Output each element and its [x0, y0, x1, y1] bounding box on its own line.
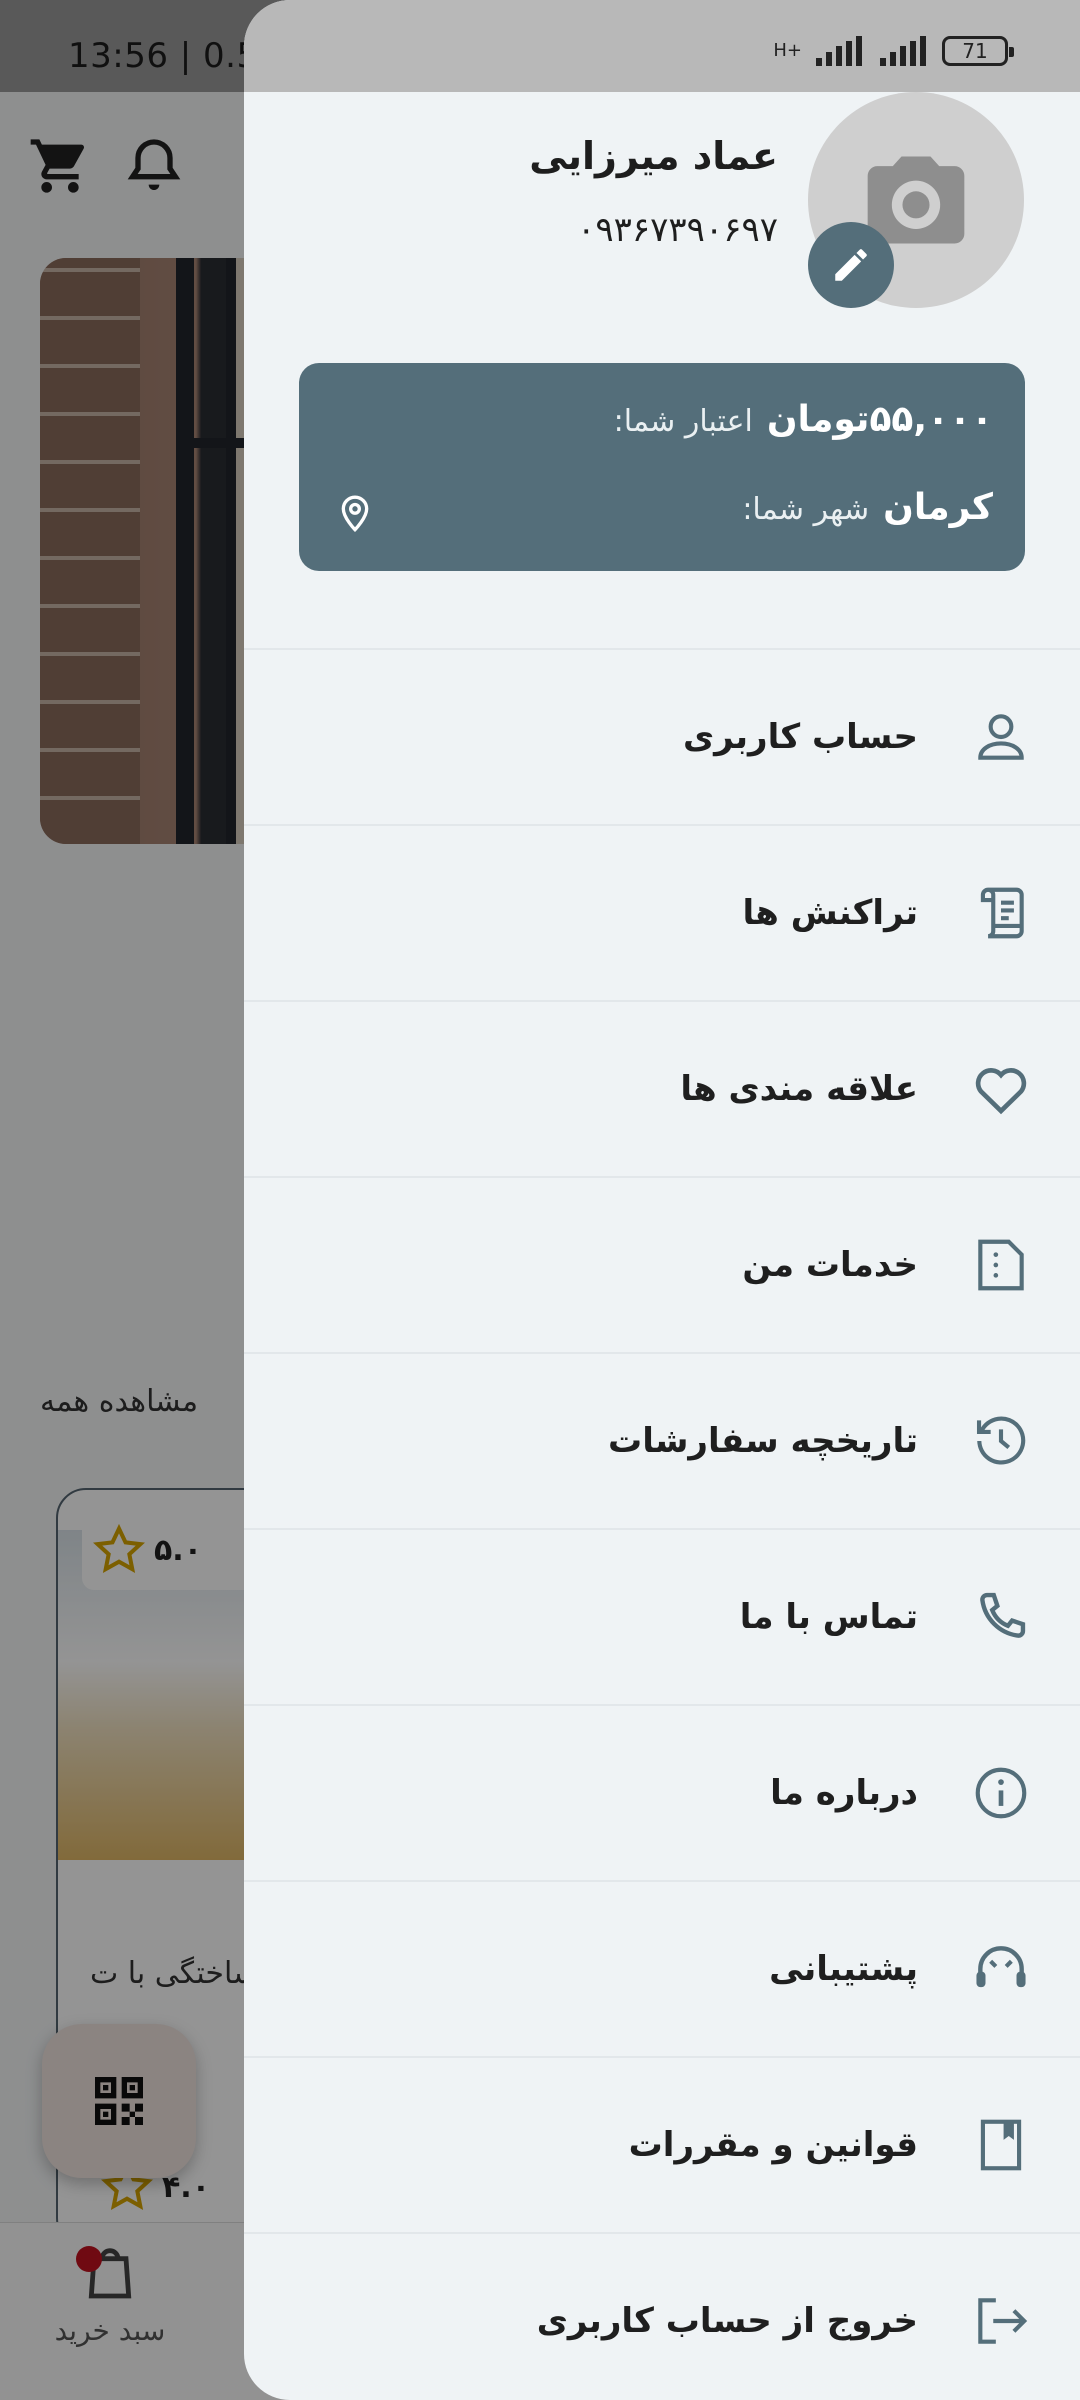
- user-name: عماد میرزایی: [529, 134, 778, 178]
- menu-item-label: تماس با ما: [739, 1597, 918, 1637]
- info-icon: [970, 1762, 1032, 1824]
- menu-item-support[interactable]: پشتیبانی: [244, 1880, 1080, 2056]
- system-icons: H+ 71: [773, 36, 1014, 66]
- pencil-icon: [835, 249, 867, 281]
- credit-value: ۵۵,۰۰۰تومان: [766, 399, 993, 440]
- menu-item-label: حساب کاربری: [682, 717, 918, 757]
- city-value: کرمان: [883, 487, 993, 528]
- menu-item-label: علاقه مندی ها: [680, 1069, 918, 1109]
- menu-item-label: قوانین و مقررات: [628, 2125, 918, 2165]
- credit-label: اعتبار شما:: [613, 404, 753, 439]
- menu-item-contact-us[interactable]: تماس با ما: [244, 1528, 1080, 1704]
- menu-item-label: خدمات من: [742, 1245, 918, 1285]
- document-icon: [970, 1234, 1032, 1296]
- history-icon: [970, 1410, 1032, 1472]
- menu-item-favorites[interactable]: علاقه مندی ها: [244, 1000, 1080, 1176]
- menu-item-terms[interactable]: قوانین و مقررات: [244, 2056, 1080, 2232]
- city-label: شهر شما:: [742, 492, 870, 527]
- person-icon: [970, 706, 1032, 768]
- drawer-menu: حساب کاربری تراکنش ها علاقه مندی ها خدما…: [244, 648, 1080, 2400]
- menu-item-my-services[interactable]: خدمات من: [244, 1176, 1080, 1352]
- edit-profile-button[interactable]: [808, 222, 894, 308]
- navigation-drawer: H+ 71 عماد میرزایی ۰۹۳۶۷۳۹۰۶۹۷ اعتبار شم…: [244, 0, 1080, 2400]
- logout-icon: [970, 2290, 1032, 2352]
- status-bar-right: H+ 71: [244, 0, 1080, 92]
- menu-item-label: درباره ما: [770, 1773, 918, 1813]
- user-phone: ۰۹۳۶۷۳۹۰۶۹۷: [577, 210, 778, 250]
- network-type: H+: [773, 40, 802, 61]
- heart-icon: [970, 1058, 1032, 1120]
- account-info-card: اعتبار شما: ۵۵,۰۰۰تومان شهر شما: کرمان: [299, 363, 1025, 571]
- headset-icon: [970, 1938, 1032, 2000]
- menu-item-label: تراکنش ها: [742, 893, 918, 933]
- menu-item-about-us[interactable]: درباره ما: [244, 1704, 1080, 1880]
- battery-icon: 71: [942, 36, 1014, 66]
- menu-item-label: خروج از حساب کاربری: [536, 2301, 918, 2341]
- menu-item-label: تاریخچه سفارشات: [608, 1421, 918, 1461]
- signal-icon-2: [880, 36, 926, 66]
- menu-item-logout[interactable]: خروج از حساب کاربری: [244, 2232, 1080, 2400]
- menu-item-order-history[interactable]: تاریخچه سفارشات: [244, 1352, 1080, 1528]
- book-icon: [970, 2114, 1032, 2176]
- menu-item-label: پشتیبانی: [769, 1949, 918, 1989]
- signal-icon: [816, 36, 862, 66]
- phone-icon: [970, 1586, 1032, 1648]
- credit-row: اعتبار شما: ۵۵,۰۰۰تومان: [614, 399, 993, 440]
- city-row[interactable]: شهر شما: کرمان: [742, 487, 993, 528]
- menu-item-transactions[interactable]: تراکنش ها: [244, 824, 1080, 1000]
- menu-item-account[interactable]: حساب کاربری: [244, 648, 1080, 824]
- receipt-icon: [970, 882, 1032, 944]
- location-pin-icon[interactable]: [335, 491, 375, 535]
